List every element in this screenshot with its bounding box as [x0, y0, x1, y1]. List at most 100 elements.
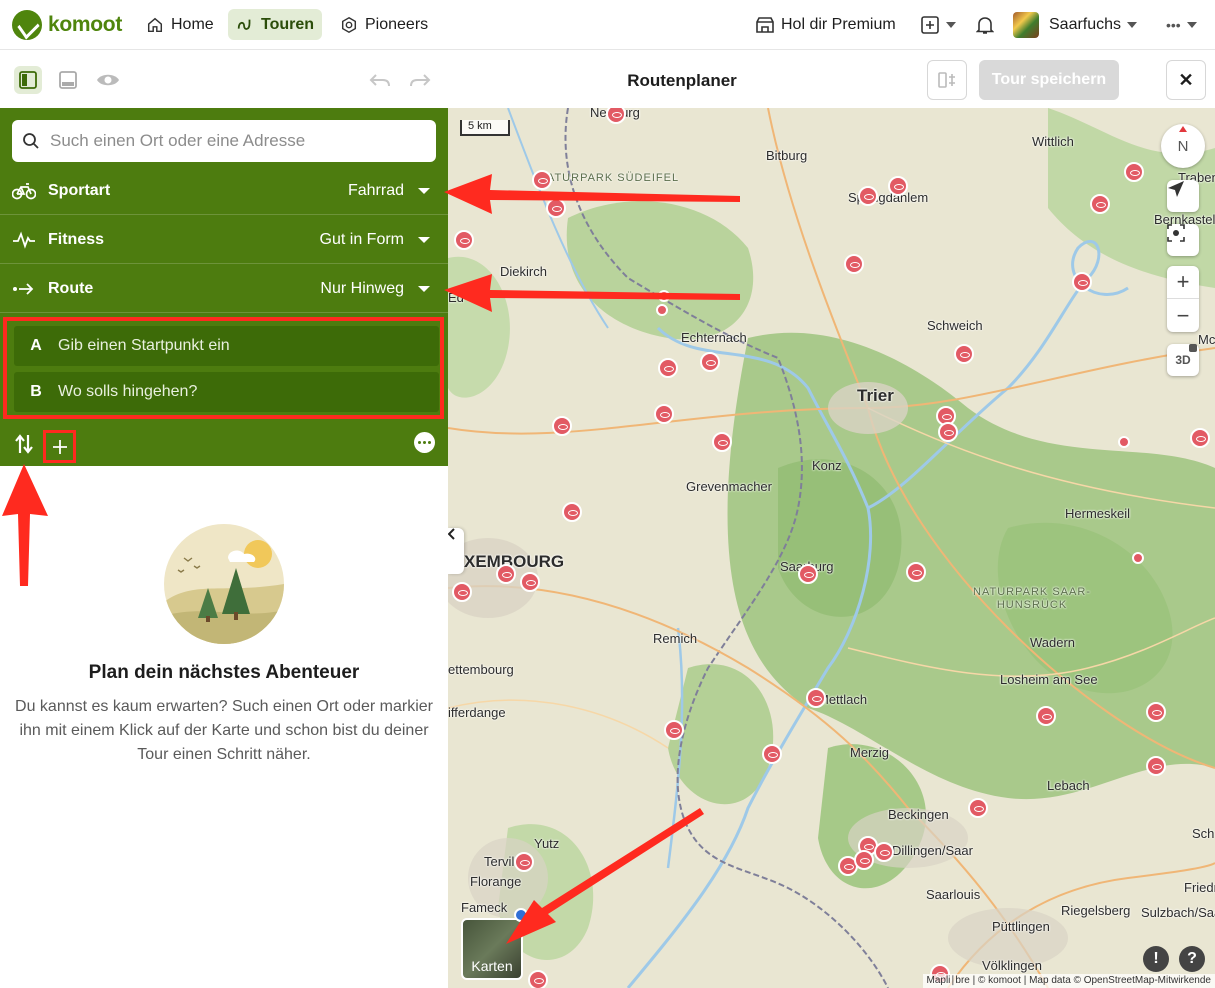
bike-poi-marker[interactable]: [1036, 706, 1056, 726]
map-layers-button[interactable]: Karten: [461, 918, 523, 980]
bike-poi-marker[interactable]: [520, 572, 540, 592]
bike-poi-marker[interactable]: [1090, 194, 1110, 214]
fitness-select[interactable]: Fitness Gut in Form: [0, 216, 448, 264]
bike-poi-marker[interactable]: [1072, 272, 1092, 292]
report-issue-button[interactable]: !: [1143, 946, 1169, 972]
bike-poi-marker[interactable]: [528, 970, 548, 988]
poi-marker[interactable]: [1118, 436, 1130, 448]
bike-poi-marker[interactable]: [1146, 756, 1166, 776]
dot: [418, 441, 421, 444]
search-input[interactable]: [50, 131, 410, 151]
bike-poi-marker[interactable]: [888, 176, 908, 196]
undo-button[interactable]: [366, 66, 394, 94]
redo-button[interactable]: [406, 66, 434, 94]
user-menu[interactable]: Saarfuchs: [1013, 9, 1138, 40]
bike-poi-marker[interactable]: [954, 344, 974, 364]
more-options-button[interactable]: [414, 432, 435, 453]
bottom-view-button[interactable]: [54, 66, 82, 94]
shop-icon: [756, 16, 774, 33]
split-view-button[interactable]: [14, 66, 42, 94]
map-label: ifferdange: [448, 705, 506, 720]
premium-link[interactable]: Hol dir Premium: [755, 9, 896, 40]
avatar: [1013, 11, 1039, 38]
bike-poi-marker[interactable]: [762, 744, 782, 764]
pulse-icon: [12, 228, 36, 252]
bike-poi-marker[interactable]: [532, 170, 552, 190]
bike-poi-marker[interactable]: [1124, 162, 1144, 182]
notifications-button[interactable]: [976, 9, 994, 40]
map-label: Dillingen/Saar: [892, 843, 973, 858]
bike-poi-marker[interactable]: [906, 562, 926, 582]
eye-icon: [97, 74, 119, 86]
preview-button[interactable]: [94, 66, 122, 94]
bike-poi-marker[interactable]: [562, 502, 582, 522]
sport-type-select[interactable]: Sportart Fahrrad: [0, 167, 448, 215]
locate-button[interactable]: [1167, 180, 1199, 212]
bike-poi-marker[interactable]: [968, 798, 988, 818]
bike-poi-marker[interactable]: [806, 688, 826, 708]
bike-poi-marker[interactable]: [658, 358, 678, 378]
bike-poi-marker[interactable]: [546, 198, 566, 218]
lock-icon: [1189, 344, 1197, 352]
bottom-panel-icon: [59, 71, 77, 89]
map-attribution[interactable]: Mapli∣bre | © komoot | Map data © OpenSt…: [922, 974, 1215, 988]
compass-button[interactable]: N: [1161, 124, 1205, 168]
collapse-sidebar-button[interactable]: [448, 528, 464, 574]
map-label: Beckingen: [888, 807, 949, 822]
chevron-left-icon: [448, 528, 455, 540]
focus-button[interactable]: [1167, 224, 1199, 256]
map-label: Sulzbach/Saa: [1141, 905, 1215, 920]
zoom-out-button[interactable]: −: [1167, 299, 1199, 332]
zoom-in-button[interactable]: +: [1167, 266, 1199, 299]
search-box[interactable]: [12, 120, 436, 162]
dot: [428, 441, 431, 444]
map-label: Mc: [1198, 332, 1215, 347]
waypoint-destination[interactable]: B Wo solls hingehen?: [14, 372, 439, 412]
premium-label: Hol dir Premium: [781, 15, 896, 33]
bike-poi-marker[interactable]: [798, 564, 818, 584]
route-type-select[interactable]: Route Nur Hinweg: [0, 265, 448, 313]
map-view[interactable]: 5 km Bitburg Wittlich Diekirch Echternac…: [448, 108, 1215, 988]
bike-poi-marker[interactable]: [844, 254, 864, 274]
nav-home[interactable]: Home: [138, 9, 222, 40]
chevron-down-icon: [1186, 21, 1197, 28]
3d-toggle[interactable]: 3D: [1167, 344, 1199, 376]
komoot-logo[interactable]: komoot: [12, 10, 122, 40]
bike-poi-marker[interactable]: [552, 416, 572, 436]
bike-poi-marker[interactable]: [1146, 702, 1166, 722]
bike-poi-marker[interactable]: [1190, 428, 1210, 448]
compare-icon: [938, 72, 955, 88]
nav-touren[interactable]: Touren: [228, 9, 323, 40]
reverse-route-button[interactable]: [14, 433, 34, 460]
poi-marker[interactable]: [656, 304, 668, 316]
help-button[interactable]: ?: [1179, 946, 1205, 972]
pioneer-icon: [341, 16, 357, 33]
create-menu[interactable]: [920, 9, 956, 40]
add-waypoint-button[interactable]: [43, 430, 76, 463]
bike-poi-marker[interactable]: [938, 422, 958, 442]
bike-poi-marker[interactable]: [854, 850, 874, 870]
sport-type-value: Fahrrad: [347, 181, 404, 199]
bike-poi-marker[interactable]: [452, 582, 472, 602]
bike-poi-marker[interactable]: [874, 842, 894, 862]
poi-marker[interactable]: [1132, 552, 1144, 564]
compare-button[interactable]: [927, 60, 967, 100]
bike-poi-marker[interactable]: [712, 432, 732, 452]
poi-marker[interactable]: [658, 290, 670, 302]
komoot-logo-icon: [12, 10, 42, 40]
more-menu[interactable]: •••: [1166, 9, 1197, 40]
bike-poi-marker[interactable]: [454, 230, 474, 250]
bike-poi-marker[interactable]: [700, 352, 720, 372]
bike-poi-marker[interactable]: [654, 404, 674, 424]
waypoint-start[interactable]: A Gib einen Startpunkt ein: [14, 326, 439, 366]
close-button[interactable]: ✕: [1166, 60, 1206, 100]
bike-poi-marker[interactable]: [514, 852, 534, 872]
bike-poi-marker[interactable]: [496, 564, 516, 584]
adventure-illustration: [164, 524, 284, 644]
save-tour-button[interactable]: Tour speichern: [979, 60, 1119, 100]
bike-poi-marker[interactable]: [858, 186, 878, 206]
nav-home-label: Home: [171, 15, 214, 33]
nav-pioneers[interactable]: Pioneers: [332, 9, 436, 40]
bike-poi-marker[interactable]: [664, 720, 684, 740]
map-label: Tervil: [484, 854, 515, 869]
